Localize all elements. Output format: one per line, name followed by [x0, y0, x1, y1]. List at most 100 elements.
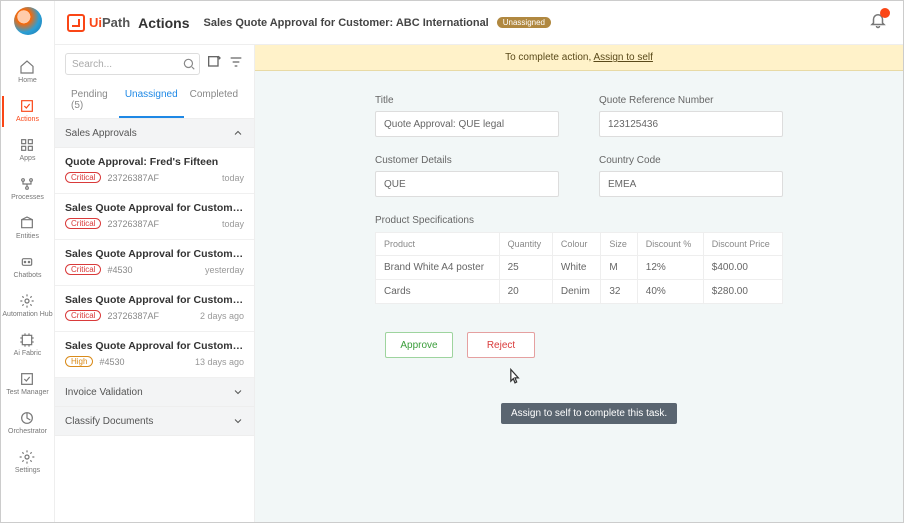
action-list-item[interactable]: Sales Quote Approval for Customer ABCHig…: [55, 332, 254, 378]
left-nav-rail: Home Actions Apps Processes EntitiesChatbots…: [1, 1, 55, 522]
search-input[interactable]: [65, 53, 200, 75]
filter-icon: [228, 54, 244, 70]
approve-button[interactable]: Approve: [385, 332, 453, 358]
nav-automation-hub[interactable]: Automation Hub: [2, 287, 52, 326]
tab-pending-[interactable]: Pending (5): [65, 83, 119, 118]
table-header: Size: [601, 233, 637, 256]
table-cell: M: [601, 256, 637, 280]
country-label: Country Code: [599, 155, 783, 166]
nav-label: Processes: [11, 194, 44, 201]
table-cell: 40%: [637, 280, 703, 304]
table-cell: 32: [601, 280, 637, 304]
chatbots-icon: [19, 254, 35, 270]
nav-label: Apps: [20, 155, 36, 162]
customer-label: Customer Details: [375, 155, 559, 166]
chevron-down-icon: [232, 415, 244, 427]
notifications-button[interactable]: [869, 11, 887, 34]
brand-path: Path: [102, 15, 130, 30]
automation-hub-icon: [19, 293, 35, 309]
assign-banner: To complete action, Assign to self: [255, 45, 903, 71]
action-list-item[interactable]: Sales Quote Approval for Customer ABC Cri…: [55, 240, 254, 286]
nav-apps[interactable]: Apps: [2, 131, 52, 170]
tab-completed[interactable]: Completed: [184, 83, 244, 118]
edit-button[interactable]: [206, 54, 222, 75]
reject-button[interactable]: Reject: [467, 332, 535, 358]
banner-text: To complete action,: [505, 52, 593, 63]
nav-label: Ai Fabric: [14, 350, 42, 357]
table-cell: Cards: [376, 280, 500, 304]
brand-mark-icon: [67, 14, 85, 32]
nav-label: Test Manager: [6, 389, 48, 396]
nav-label: Settings: [15, 467, 40, 474]
assign-to-self-link[interactable]: Assign to self: [593, 52, 652, 63]
table-header: Discount %: [637, 233, 703, 256]
table-header: Discount Price: [703, 233, 782, 256]
tab-unassigned[interactable]: Unassigned: [119, 83, 184, 118]
processes-icon: [19, 176, 35, 192]
top-bar: UiPath Actions Sales Quote Approval for …: [55, 1, 903, 45]
assign-tooltip: Assign to self to complete this task.: [501, 403, 677, 424]
notification-dot-icon: [880, 8, 890, 18]
action-list-item[interactable]: Sales Quote Approval for Customer ABCCri…: [55, 286, 254, 332]
orchestrator-icon: [19, 410, 35, 426]
nav-entities[interactable]: Entities: [2, 209, 52, 248]
nav-settings[interactable]: Settings: [2, 443, 52, 482]
search-icon: [182, 57, 196, 71]
product-spec-table: ProductQuantityColourSizeDiscount %Disco…: [375, 232, 783, 304]
nav-label: Automation Hub: [2, 311, 52, 318]
title-input[interactable]: [375, 111, 559, 137]
filter-button[interactable]: [228, 54, 244, 75]
section-invoice-validation[interactable]: Invoice Validation: [55, 378, 254, 407]
actions-panel: Pending (5)UnassignedCompleted Sales App…: [55, 45, 255, 522]
section-label: Invoice Validation: [65, 387, 143, 398]
action-list-item[interactable]: Sales Quote Approval for Customer ABC Cri…: [55, 194, 254, 240]
brand-sub: Actions: [138, 15, 189, 31]
table-cell: White: [552, 256, 600, 280]
action-ref: #4530: [107, 265, 132, 275]
customer-input[interactable]: [375, 171, 559, 197]
priority-badge: Critical: [65, 218, 101, 229]
ai-fabric-icon: [19, 332, 35, 348]
country-input[interactable]: [599, 171, 783, 197]
brand-ui: Ui: [89, 15, 102, 30]
section-label: Sales Approvals: [65, 128, 137, 139]
actions-icon: [19, 98, 35, 114]
action-time: 13 days ago: [195, 357, 244, 367]
brand-logo[interactable]: UiPath Actions: [67, 14, 190, 32]
table-cell: Denim: [552, 280, 600, 304]
main-content: To complete action, Assign to self Title…: [255, 45, 903, 522]
nav-label: Orchestrator: [8, 428, 47, 435]
action-title: Sales Quote Approval for Customer ABC: [65, 294, 244, 306]
nav-ai-fabric[interactable]: Ai Fabric: [2, 326, 52, 365]
action-time: today: [222, 219, 244, 229]
priority-badge: Critical: [65, 264, 101, 275]
ref-input[interactable]: [599, 111, 783, 137]
chevron-down-icon: [232, 386, 244, 398]
nav-processes[interactable]: Processes: [2, 170, 52, 209]
nav-orchestrator[interactable]: Orchestrator: [2, 404, 52, 443]
table-cell: Brand White A4 poster: [376, 256, 500, 280]
table-cell: 12%: [637, 256, 703, 280]
action-time: yesterday: [205, 265, 244, 275]
action-ref: 23726387AF: [107, 173, 159, 183]
apps-icon: [19, 137, 35, 153]
nav-home[interactable]: Home: [2, 53, 52, 92]
action-ref: 23726387AF: [107, 311, 159, 321]
action-title: Sales Quote Approval for Customer ABC: [65, 202, 244, 214]
title-label: Title: [375, 95, 559, 106]
action-title: Sales Quote Approval for Customer ABC: [65, 248, 244, 260]
nav-test-manager[interactable]: Test Manager: [2, 365, 52, 404]
table-header: Product: [376, 233, 500, 256]
entities-icon: [19, 215, 35, 231]
action-list-item[interactable]: Quote Approval: Fred's FifteenCritical23…: [55, 148, 254, 194]
nav-actions[interactable]: Actions: [2, 92, 52, 131]
action-ref: #4530: [99, 357, 124, 367]
nav-label: Home: [18, 77, 37, 84]
priority-badge: High: [65, 356, 93, 367]
home-icon: [19, 59, 35, 75]
nav-chatbots[interactable]: Chatbots: [2, 248, 52, 287]
section-classify-documents[interactable]: Classify Documents: [55, 407, 254, 436]
section-sales-approvals[interactable]: Sales Approvals: [55, 119, 254, 148]
action-time: 2 days ago: [200, 311, 244, 321]
avatar[interactable]: [14, 7, 42, 35]
